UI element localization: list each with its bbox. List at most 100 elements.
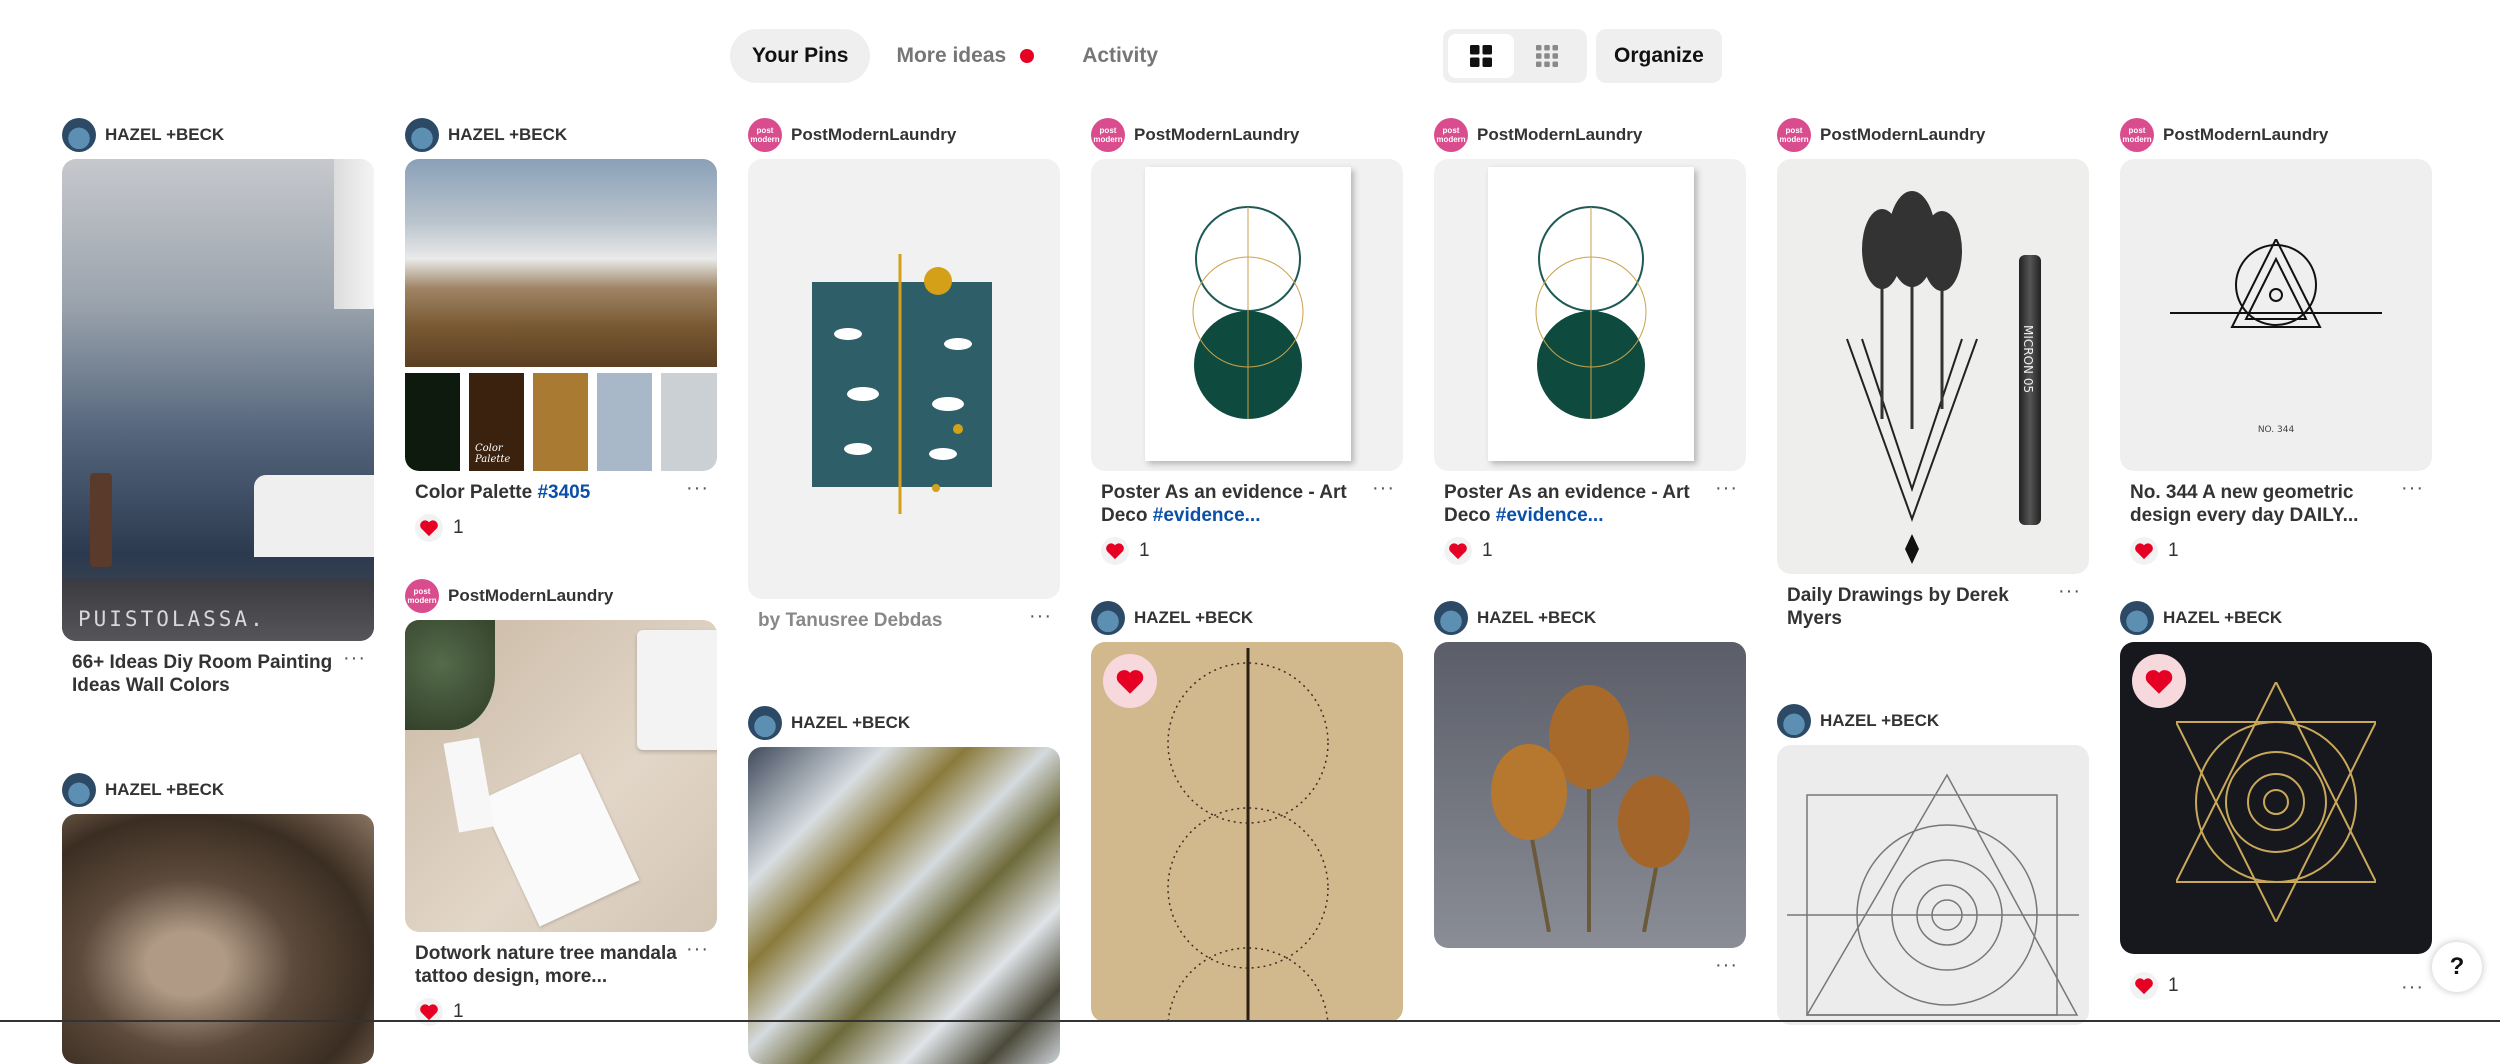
pin-image[interactable] [2120,642,2432,954]
palette-caption: Color Palette [475,443,511,465]
organize-label: Organize [1614,44,1704,67]
more-options-icon[interactable]: ··· [343,648,366,668]
pin-card[interactable]: HAZEL +BECK 1 ··· [2120,600,2432,1000]
heart-icon[interactable] [415,514,443,542]
pin-title[interactable]: 66+ Ideas Diy Room Painting Ideas Wall C… [72,651,334,697]
pin-title[interactable]: Color Palette #3405 [415,481,677,504]
more-options-icon[interactable]: ··· [2058,581,2081,601]
author-name: PostModernLaundry [1134,125,1300,144]
more-options-icon[interactable]: ··· [686,478,709,498]
compact-grid-button[interactable] [1514,34,1580,78]
pin-card[interactable]: HAZEL +BECK Color Palette Color Palette … [405,117,717,542]
pin-author[interactable]: post modern PostModernLaundry [1777,117,2089,153]
tab-more-ideas[interactable]: More ideas [874,29,1056,83]
grid-small-icon [1536,45,1558,67]
pin-title[interactable]: Poster As an evidence - Art Deco #eviden… [1444,481,1706,527]
pin-source[interactable]: by Tanusree Debdas [758,609,1020,632]
pin-card[interactable]: HAZEL +BECK [1091,600,1403,1022]
heart-icon [2145,669,2173,694]
pin-image[interactable] [748,159,1060,599]
geometric-design [2170,239,2382,328]
avatar: post modern [1434,118,1468,152]
pin-author[interactable]: post modern PostModernLaundry [405,578,717,614]
pin-title[interactable]: Daily Drawings by Derek Myers [1787,584,2049,630]
more-options-icon[interactable]: ··· [2401,478,2424,498]
pin-title[interactable]: No. 344 A new geometric design every day… [2130,481,2392,527]
pin-image[interactable] [1434,159,1746,471]
pin-title[interactable]: Dotwork nature tree mandala tattoo desig… [415,942,677,988]
pin-author[interactable]: post modern PostModernLaundry [1091,117,1403,153]
artdeco-poster [1192,206,1304,419]
pin-image[interactable]: Color Palette [405,159,717,471]
pin-author[interactable]: HAZEL +BECK [748,705,1060,741]
more-options-icon[interactable]: ··· [1715,955,1738,975]
author-name: HAZEL +BECK [2163,608,2283,627]
pin-author[interactable]: HAZEL +BECK [62,117,374,153]
avatar [1091,601,1125,635]
pin-image[interactable]: MICRON 05 [1777,159,2089,574]
pin-title[interactable]: Poster As an evidence - Art Deco #eviden… [1101,481,1363,527]
likes-row: 1 [1434,537,1746,565]
more-options-icon[interactable]: ··· [686,939,709,959]
pin-card[interactable]: HAZEL +BECK [748,705,1060,1064]
window-frame [334,159,374,309]
tab-your-pins[interactable]: Your Pins [730,29,871,83]
organize-button[interactable]: Organize [1596,29,1722,83]
pin-image[interactable] [1091,642,1403,1022]
heart-icon[interactable] [2130,537,2158,565]
default-grid-button[interactable] [1448,34,1514,78]
pin-card[interactable]: HAZEL +BECK [1777,703,2089,1025]
pin-author[interactable]: post modern PostModernLaundry [748,117,1060,153]
pin-author[interactable]: post modern PostModernLaundry [2120,117,2432,153]
pin-image[interactable]: NO. 344 [2120,159,2432,471]
tab-activity[interactable]: Activity [1060,29,1180,83]
pin-author[interactable]: HAZEL +BECK [62,772,374,808]
pin-author[interactable]: post modern PostModernLaundry [1434,117,1746,153]
pin-image[interactable] [1777,745,2089,1025]
pin-card[interactable]: HAZEL +BECK ··· [1434,600,1746,982]
heart-icon[interactable] [2130,972,2158,1000]
golden-spiral-drawing [1787,773,2079,1016]
pin-author[interactable]: HAZEL +BECK [2120,600,2432,636]
pin-image[interactable]: PUISTOLASSA. [62,159,374,641]
avatar: post modern [405,579,439,613]
swatch [661,373,717,471]
author-name: PostModernLaundry [791,125,957,144]
more-options-icon[interactable]: ··· [1715,478,1738,498]
pin-image[interactable] [1091,159,1403,471]
more-options-icon[interactable]: ··· [1029,606,1052,626]
hashtag-link[interactable]: #3405 [537,482,590,503]
pin-image[interactable] [62,814,374,1064]
pin-card[interactable]: HAZEL +BECK PUISTOLASSA. 66+ Ideas Diy R… [62,117,374,697]
pin-meta: by Tanusree Debdas ··· [748,599,1060,632]
pin-author[interactable]: HAZEL +BECK [405,117,717,153]
pin-image[interactable] [405,620,717,932]
pin-card[interactable]: post modern PostModernLaundry NO. 344 No.… [2120,117,2432,565]
pin-author[interactable]: HAZEL +BECK [1434,600,1746,636]
pin-card[interactable]: post modern PostModernLaundry Poster As a… [1434,117,1746,565]
help-button[interactable]: ? [2432,942,2482,992]
pin-image[interactable] [748,747,1060,1064]
heart-icon[interactable] [1444,537,1472,565]
pin-card[interactable]: post modern PostModernLaundry by Tanusree… [748,117,1060,632]
heart-icon[interactable] [1101,537,1129,565]
hashtag-link[interactable]: #evidence... [1496,505,1604,526]
pin-meta: Poster As an evidence - Art Deco #eviden… [1434,471,1746,527]
help-label: ? [2449,953,2465,980]
more-options-icon[interactable]: ··· [1372,478,1395,498]
more-options-icon[interactable]: ··· [2401,977,2424,997]
pin-author[interactable]: HAZEL +BECK [1777,703,2089,739]
pin-author[interactable]: HAZEL +BECK [1091,600,1403,636]
grid-large-icon [1470,45,1492,67]
hashtag-link[interactable]: #evidence... [1153,505,1261,526]
monstera-artwork [812,254,992,514]
pin-card[interactable]: post modern PostModernLaundry Dotwork nat… [405,578,717,1026]
poster-frame [1488,167,1694,461]
saved-badge[interactable] [1103,654,1157,708]
avatar [1777,704,1811,738]
pin-image[interactable] [1434,642,1746,948]
pin-card[interactable]: post modern PostModernLaundry MICRON 05 D… [1777,117,2089,630]
pin-card[interactable]: post modern PostModernLaundry Poster As a… [1091,117,1403,565]
saved-badge[interactable] [2132,654,2186,708]
avatar [748,706,782,740]
